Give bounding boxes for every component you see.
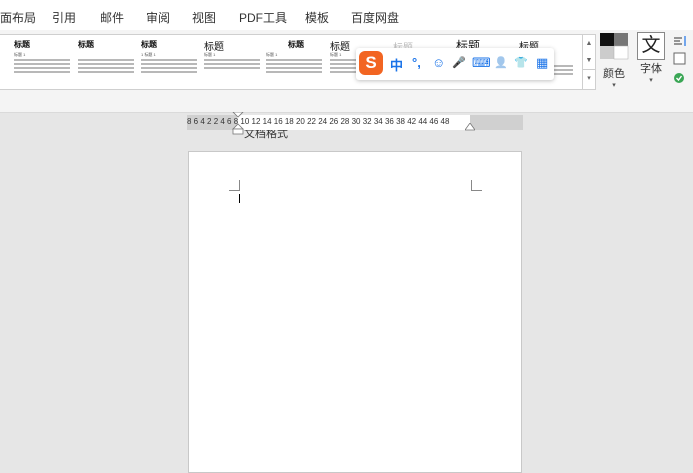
tile-body-preview — [266, 59, 322, 75]
tile-body-preview — [204, 59, 260, 71]
fonts-glyph-icon: 文 — [637, 32, 665, 60]
margin-corner-top-right — [471, 180, 482, 191]
ime-skin-icon[interactable]: 👕 — [514, 56, 528, 69]
horizontal-ruler[interactable]: 8 6 4 2 2 4 6 8 10 12 14 16 18 20 22 24 … — [187, 112, 523, 135]
tile-heading: 标题 — [288, 40, 304, 49]
margin-corner-top-left — [229, 180, 240, 191]
paragraph-spacing-icon[interactable] — [674, 36, 686, 46]
right-cut-tools — [672, 34, 693, 90]
default-check-icon[interactable] — [674, 73, 684, 83]
gallery-down-icon[interactable]: ▼ — [583, 52, 595, 69]
ime-punctuation-icon[interactable]: °, — [412, 55, 421, 70]
style-set-tile[interactable]: 标题 标题 1 — [266, 35, 324, 89]
indent-marker-icon[interactable] — [232, 112, 244, 136]
tile-subheading: 1 标题 1 — [141, 52, 156, 57]
tile-heading: 标题 — [330, 42, 350, 53]
tile-body-preview — [141, 59, 197, 75]
tile-heading: 标题 — [141, 40, 157, 49]
menu-references[interactable]: 引用 — [52, 9, 76, 26]
gallery-up-icon[interactable]: ▲ — [583, 35, 595, 52]
text-cursor — [239, 194, 240, 203]
menu-baidu-netdisk[interactable]: 百度网盘 — [351, 9, 399, 26]
color-palette-icon — [600, 33, 629, 60]
effects-checkbox-icon[interactable] — [673, 52, 686, 65]
ime-voice-icon[interactable]: 🎤 — [452, 56, 466, 69]
document-page[interactable] — [188, 151, 522, 473]
menu-mailings[interactable]: 邮件 — [100, 9, 124, 26]
fonts-label: 字体 — [640, 63, 662, 75]
menu-view[interactable]: 视图 — [192, 9, 216, 26]
tile-subheading: 标题 1 — [266, 52, 278, 57]
menu-templates[interactable]: 模板 — [305, 9, 329, 26]
menu-bar: 面布局 引用 邮件 审阅 视图 PDF工具 模板 百度网盘 — [0, 0, 693, 30]
ribbon-design: 标题 标题 1 标题 标题 1 标题 1 标题 标题 1 标题 标题 1 标题 … — [0, 30, 693, 140]
ime-toolbox-icon[interactable]: ▦ — [536, 55, 548, 71]
ruler-numbers: 8 6 4 2 2 4 6 8 10 12 14 16 18 20 22 24 … — [187, 117, 450, 126]
tile-heading: 标题 — [78, 40, 94, 49]
sogou-ime-toolbar: S 中 °, ☺ 🎤 ⌨ 👤 👕 ▦ — [356, 48, 554, 80]
fonts-button[interactable]: 文 字体 ▾ — [636, 32, 666, 92]
tile-subheading: 标题 1 — [14, 52, 26, 57]
gallery-scroll: ▲ ▼ ▾ — [582, 34, 596, 90]
ime-keyboard-icon[interactable]: ⌨ — [472, 55, 491, 71]
style-set-tile[interactable]: 标题 1 标题 1 — [141, 35, 199, 89]
menu-review[interactable]: 审阅 — [146, 9, 170, 26]
tile-body-preview — [14, 59, 70, 75]
tile-heading: 标题 — [204, 42, 224, 53]
colors-button[interactable]: 颜色 ▾ — [598, 32, 630, 92]
right-indent-marker-icon[interactable] — [465, 123, 475, 131]
style-set-tile[interactable]: 标题 — [78, 35, 136, 89]
ime-chinese-mode-button[interactable]: 中 — [390, 55, 403, 74]
tile-body-preview — [78, 59, 134, 75]
colors-dropdown-icon: ▾ — [612, 82, 616, 89]
ime-account-icon[interactable]: 👤 — [494, 56, 508, 69]
style-set-tile[interactable]: 标题 标题 1 — [14, 35, 72, 89]
colors-label: 颜色 — [603, 68, 625, 80]
sogou-logo-icon[interactable]: S — [359, 51, 383, 75]
menu-pdf-tools[interactable]: PDF工具 — [239, 9, 287, 26]
tile-heading: 标题 — [14, 40, 30, 49]
tile-subheading: 标题 1 — [330, 52, 342, 57]
ime-emoji-icon[interactable]: ☺ — [432, 55, 445, 70]
menu-page-layout[interactable]: 面布局 — [0, 9, 36, 26]
tile-subheading: 标题 1 — [204, 52, 216, 57]
style-set-tile[interactable]: 标题 标题 1 — [204, 35, 262, 89]
gallery-more-icon[interactable]: ▾ — [583, 69, 595, 87]
fonts-dropdown-icon: ▾ — [649, 77, 653, 84]
